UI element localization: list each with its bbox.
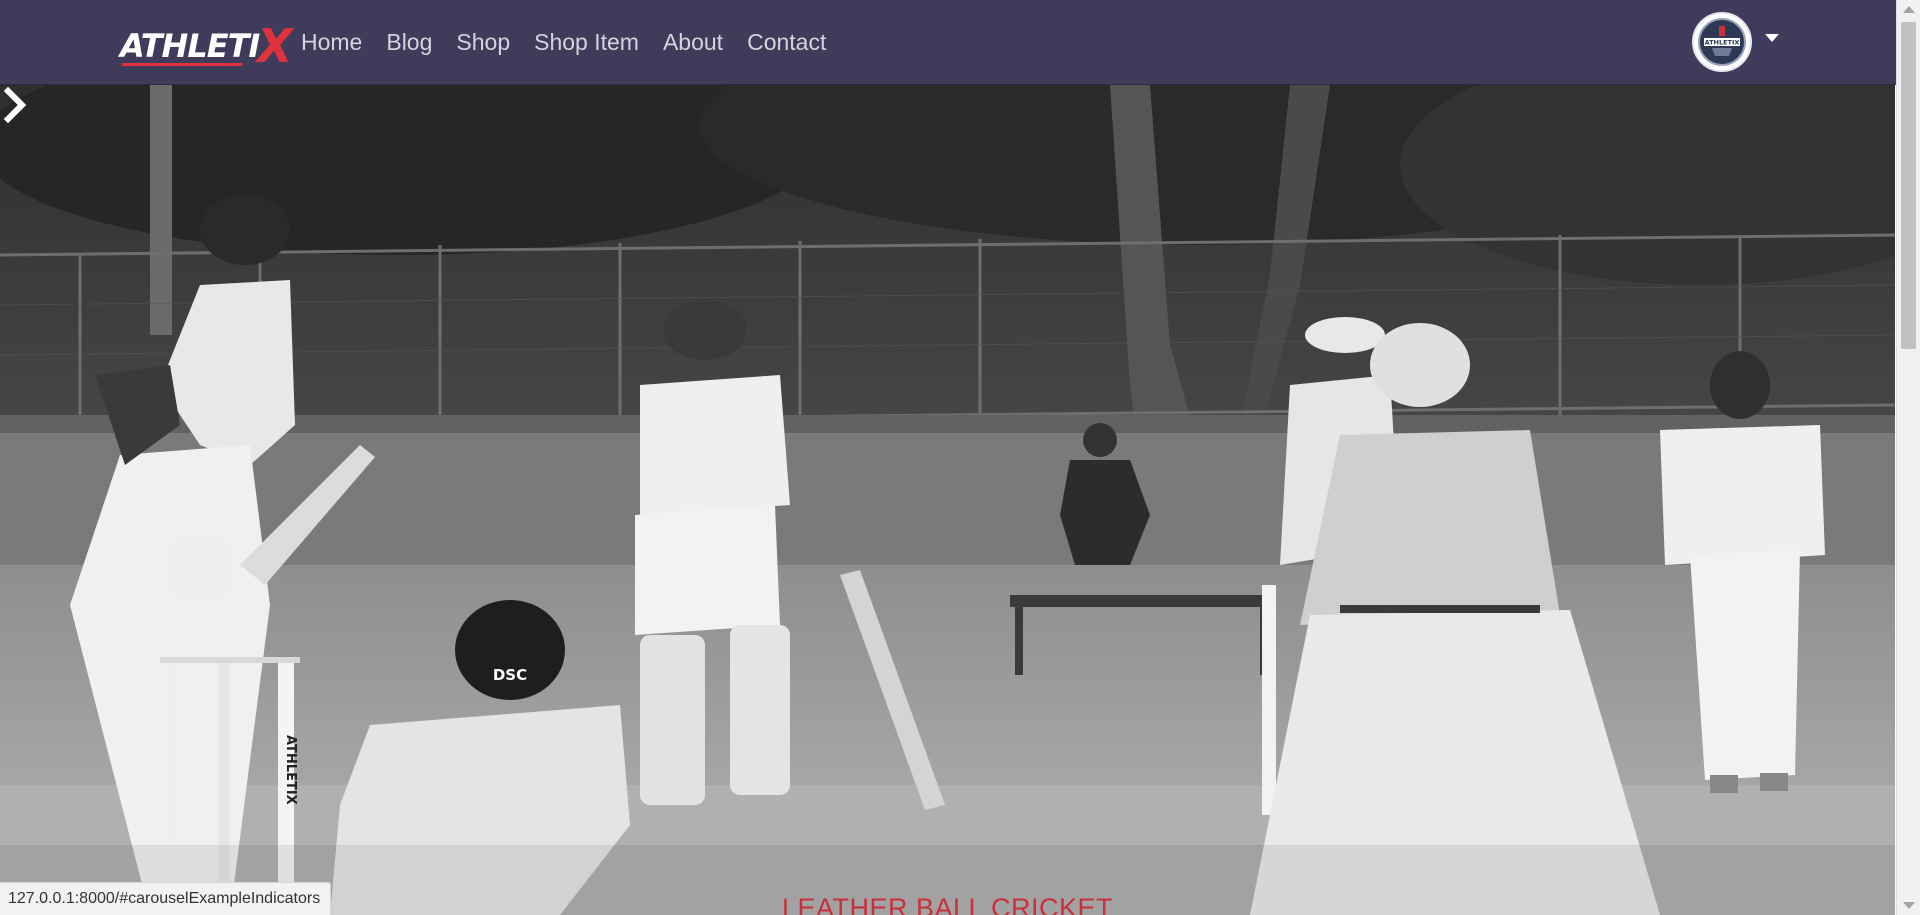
nav-link-blog[interactable]: Blog [386, 29, 432, 56]
brand-logo-text: ATHLETI [120, 27, 260, 65]
scroll-up-arrow-icon[interactable] [1903, 6, 1915, 13]
stump-text: ATHLETIX [283, 735, 298, 805]
scroll-down-arrow-icon[interactable] [1903, 902, 1915, 909]
wicketkeeper-helmet-text: DSC [493, 666, 527, 684]
user-avatar[interactable]: ATHLETIX [1692, 12, 1752, 72]
brand-logo-accent: X [257, 19, 293, 73]
nav-link-about[interactable]: About [663, 29, 723, 56]
athletix-badge-avatar-icon: ATHLETIX [1698, 18, 1746, 66]
top-navbar: ATHLETI X Home Blog Shop Shop Item About… [0, 0, 1896, 85]
chevron-right-icon[interactable] [0, 85, 30, 125]
page-scrollbar[interactable] [1896, 0, 1920, 915]
link-status-bar: 127.0.0.1:8000/#carouselExampleIndicator… [0, 882, 332, 915]
nav-link-shop-item[interactable]: Shop Item [534, 29, 639, 56]
nav-link-contact[interactable]: Contact [747, 29, 826, 56]
nav-link-home[interactable]: Home [301, 29, 362, 56]
brand-logo-underline [121, 63, 243, 66]
brand-logo[interactable]: ATHLETI X [120, 19, 293, 73]
scrollbar-thumb[interactable] [1901, 22, 1916, 349]
avatar-badge-text: ATHLETIX [1705, 39, 1740, 47]
hero-carousel: ATHLETIX DSC LEATHER BALL CRICKET [0, 85, 1895, 915]
nav-link-shop[interactable]: Shop [456, 29, 510, 56]
caret-down-icon[interactable] [1765, 34, 1779, 42]
nav-links: Home Blog Shop Shop Item About Contact [301, 0, 850, 84]
carousel-slide-image: ATHLETIX DSC [0, 85, 1895, 915]
